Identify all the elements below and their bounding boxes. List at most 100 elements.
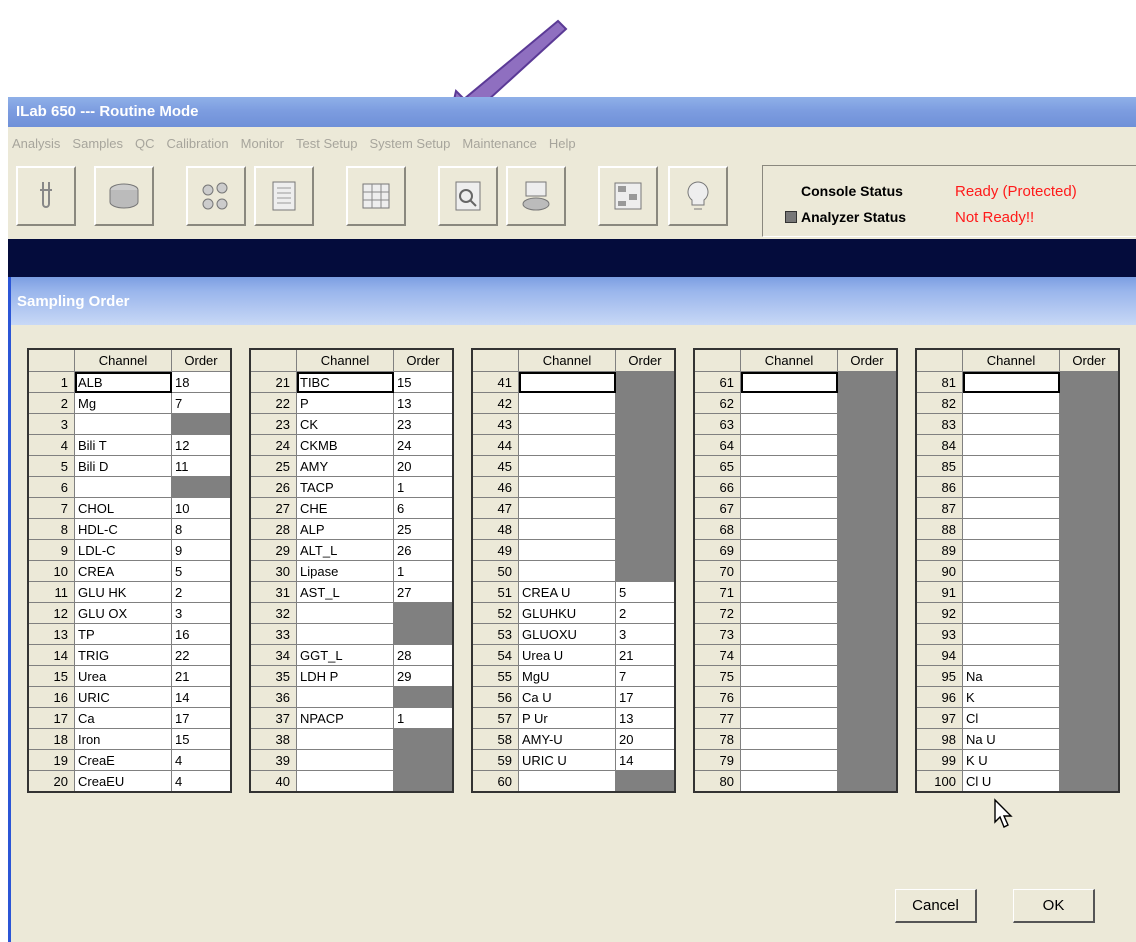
order-cell[interactable]: [393, 686, 454, 708]
order-cell[interactable]: [1059, 539, 1120, 561]
order-cell[interactable]: [1059, 434, 1120, 456]
channel-cell[interactable]: [296, 602, 394, 624]
channel-cell[interactable]: [740, 371, 838, 393]
toolbar-button-search[interactable]: [438, 166, 498, 226]
toolbar-button-grid[interactable]: [346, 166, 406, 226]
order-cell[interactable]: 6: [393, 497, 454, 519]
channel-cell[interactable]: [962, 497, 1060, 519]
channel-cell[interactable]: GLUOXU: [518, 623, 616, 645]
menu-calibration[interactable]: Calibration: [167, 136, 229, 151]
order-cell[interactable]: [393, 623, 454, 645]
channel-cell[interactable]: [740, 623, 838, 645]
order-cell[interactable]: 1: [393, 707, 454, 729]
channel-cell[interactable]: GLU OX: [74, 602, 172, 624]
order-cell[interactable]: 23: [393, 413, 454, 435]
order-cell[interactable]: [837, 623, 898, 645]
channel-cell[interactable]: [740, 707, 838, 729]
channel-cell[interactable]: CreaEU: [74, 770, 172, 793]
order-cell[interactable]: 2: [615, 602, 676, 624]
channel-cell[interactable]: [740, 665, 838, 687]
order-cell[interactable]: 7: [615, 665, 676, 687]
order-cell[interactable]: 10: [171, 497, 232, 519]
order-cell[interactable]: [171, 413, 232, 435]
channel-cell[interactable]: Na: [962, 665, 1060, 687]
order-cell[interactable]: [837, 686, 898, 708]
order-cell[interactable]: 18: [171, 371, 232, 393]
channel-cell[interactable]: [962, 644, 1060, 666]
channel-cell[interactable]: [518, 518, 616, 540]
channel-cell[interactable]: [740, 602, 838, 624]
order-cell[interactable]: [837, 560, 898, 582]
channel-cell[interactable]: ALP: [296, 518, 394, 540]
channel-cell[interactable]: [518, 539, 616, 561]
channel-cell[interactable]: MgU: [518, 665, 616, 687]
channel-cell[interactable]: [740, 749, 838, 771]
menu-qc[interactable]: QC: [135, 136, 155, 151]
order-cell[interactable]: [615, 413, 676, 435]
channel-cell[interactable]: [296, 728, 394, 750]
channel-cell[interactable]: Urea U: [518, 644, 616, 666]
channel-cell[interactable]: [962, 455, 1060, 477]
order-cell[interactable]: 17: [615, 686, 676, 708]
toolbar-button-print[interactable]: [506, 166, 566, 226]
menu-system-setup[interactable]: System Setup: [369, 136, 450, 151]
order-cell[interactable]: [837, 497, 898, 519]
order-cell[interactable]: 29: [393, 665, 454, 687]
channel-cell[interactable]: [74, 476, 172, 498]
channel-cell[interactable]: URIC: [74, 686, 172, 708]
order-cell[interactable]: 16: [171, 623, 232, 645]
order-cell[interactable]: [1059, 581, 1120, 603]
channel-cell[interactable]: [740, 455, 838, 477]
menu-test-setup[interactable]: Test Setup: [296, 136, 357, 151]
order-cell[interactable]: [837, 602, 898, 624]
channel-cell[interactable]: [740, 392, 838, 414]
menu-monitor[interactable]: Monitor: [241, 136, 284, 151]
order-cell[interactable]: [615, 392, 676, 414]
channel-cell[interactable]: CK: [296, 413, 394, 435]
channel-cell[interactable]: CKMB: [296, 434, 394, 456]
channel-cell[interactable]: [740, 560, 838, 582]
menu-analysis[interactable]: Analysis: [12, 136, 60, 151]
order-cell[interactable]: [1059, 476, 1120, 498]
channel-cell[interactable]: Na U: [962, 728, 1060, 750]
order-cell[interactable]: [615, 497, 676, 519]
channel-cell[interactable]: TACP: [296, 476, 394, 498]
order-cell[interactable]: [1059, 686, 1120, 708]
order-cell[interactable]: [615, 476, 676, 498]
channel-cell[interactable]: [962, 623, 1060, 645]
order-cell[interactable]: 7: [171, 392, 232, 414]
channel-cell[interactable]: [518, 770, 616, 793]
order-cell[interactable]: 14: [615, 749, 676, 771]
order-cell[interactable]: 12: [171, 434, 232, 456]
order-cell[interactable]: [837, 371, 898, 393]
channel-cell[interactable]: Bili D: [74, 455, 172, 477]
channel-cell[interactable]: [518, 434, 616, 456]
channel-cell[interactable]: LDL-C: [74, 539, 172, 561]
channel-cell[interactable]: HDL-C: [74, 518, 172, 540]
channel-cell[interactable]: TRIG: [74, 644, 172, 666]
order-cell[interactable]: 24: [393, 434, 454, 456]
order-cell[interactable]: [1059, 497, 1120, 519]
order-cell[interactable]: [837, 707, 898, 729]
order-cell[interactable]: [171, 476, 232, 498]
order-cell[interactable]: [1059, 518, 1120, 540]
order-cell[interactable]: 28: [393, 644, 454, 666]
channel-cell[interactable]: Urea: [74, 665, 172, 687]
channel-cell[interactable]: [740, 539, 838, 561]
toolbar-button-help[interactable]: [668, 166, 728, 226]
channel-cell[interactable]: NPACP: [296, 707, 394, 729]
order-cell[interactable]: 3: [171, 602, 232, 624]
channel-cell[interactable]: [518, 497, 616, 519]
channel-cell[interactable]: [518, 392, 616, 414]
order-cell[interactable]: 27: [393, 581, 454, 603]
channel-cell[interactable]: [740, 434, 838, 456]
channel-cell[interactable]: [518, 560, 616, 582]
order-cell[interactable]: 15: [393, 371, 454, 393]
order-cell[interactable]: [1059, 560, 1120, 582]
channel-cell[interactable]: [740, 581, 838, 603]
channel-cell[interactable]: GLUHKU: [518, 602, 616, 624]
order-cell[interactable]: 15: [171, 728, 232, 750]
order-cell[interactable]: [615, 770, 676, 793]
channel-cell[interactable]: [962, 392, 1060, 414]
channel-cell[interactable]: [740, 413, 838, 435]
